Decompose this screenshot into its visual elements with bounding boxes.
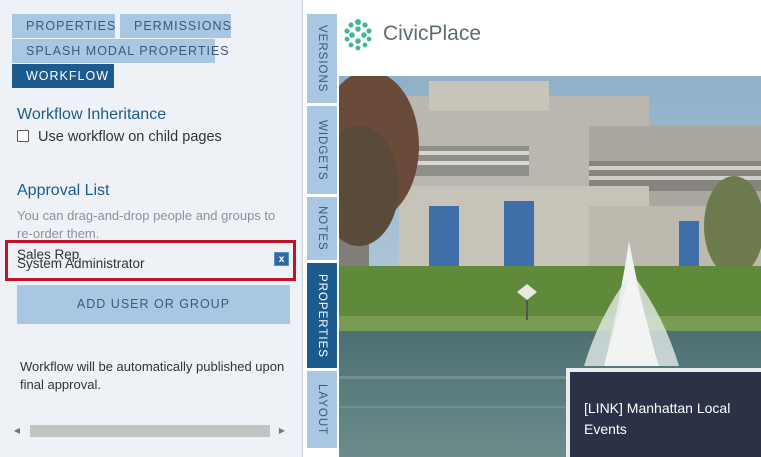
side-tab-notes-label: NOTES xyxy=(316,206,328,251)
side-tab-versions-label: VERSIONS xyxy=(316,24,328,93)
tab-workflow[interactable]: WORKFLOW xyxy=(12,64,114,88)
side-tab-properties-label: PROPERTIES xyxy=(316,273,328,358)
remove-approver-button[interactable]: x xyxy=(274,252,289,266)
side-tab-layout[interactable]: LAYOUT xyxy=(307,371,337,448)
tab-splash-modal-properties[interactable]: SPLASH MODAL PROPERTIES xyxy=(12,39,229,63)
side-tab-notes[interactable]: NOTES xyxy=(307,197,337,260)
workflow-publish-note: Workflow will be automatically published… xyxy=(20,359,285,392)
scrollbar-thumb[interactable] xyxy=(30,425,270,437)
side-tab-properties[interactable]: PROPERTIES xyxy=(307,263,337,368)
approval-list-help: You can drag-and-drop people and groups … xyxy=(17,208,276,241)
tab-properties[interactable]: PROPERTIES xyxy=(12,14,115,38)
civicplace-logo-icon xyxy=(344,19,372,51)
side-tab-widgets-label: WIDGETS xyxy=(316,119,328,181)
tab-permissions[interactable]: PERMISSIONS xyxy=(120,14,231,38)
approval-list-item[interactable]: Sales Rep System Administrator x xyxy=(5,240,296,281)
scroll-right-icon[interactable]: ▶ xyxy=(277,426,287,436)
side-tab-layout-label: LAYOUT xyxy=(316,383,328,436)
child-pages-checkbox-label: Use workflow on child pages xyxy=(38,129,222,145)
workflow-inheritance-title: Workflow Inheritance xyxy=(17,106,167,123)
site-logo-text[interactable]: CivicPlace xyxy=(383,22,481,46)
side-tab-bar: VERSIONS WIDGETS NOTES PROPERTIES LAYOUT xyxy=(303,0,339,457)
side-tab-versions[interactable]: VERSIONS xyxy=(307,14,337,103)
properties-panel: PROPERTIES PERMISSIONS SPLASH MODAL PROP… xyxy=(0,0,303,457)
approval-list-title: Approval List xyxy=(17,182,110,199)
child-pages-checkbox-row[interactable]: Use workflow on child pages xyxy=(17,129,222,145)
approver-system-administrator: System Administrator xyxy=(17,256,145,271)
event-link-text[interactable]: [LINK] Manhattan Local Events xyxy=(584,400,730,437)
side-tab-widgets[interactable]: WIDGETS xyxy=(307,106,337,194)
scroll-left-icon[interactable]: ◀ xyxy=(12,426,22,436)
event-link-card[interactable]: [LINK] Manhattan Local Events xyxy=(566,368,761,457)
horizontal-scrollbar[interactable]: ◀ ▶ xyxy=(12,424,289,438)
site-header: CivicPlace xyxy=(339,0,761,76)
add-user-or-group-button[interactable]: ADD USER OR GROUP xyxy=(17,285,290,324)
child-pages-checkbox[interactable] xyxy=(17,130,29,142)
